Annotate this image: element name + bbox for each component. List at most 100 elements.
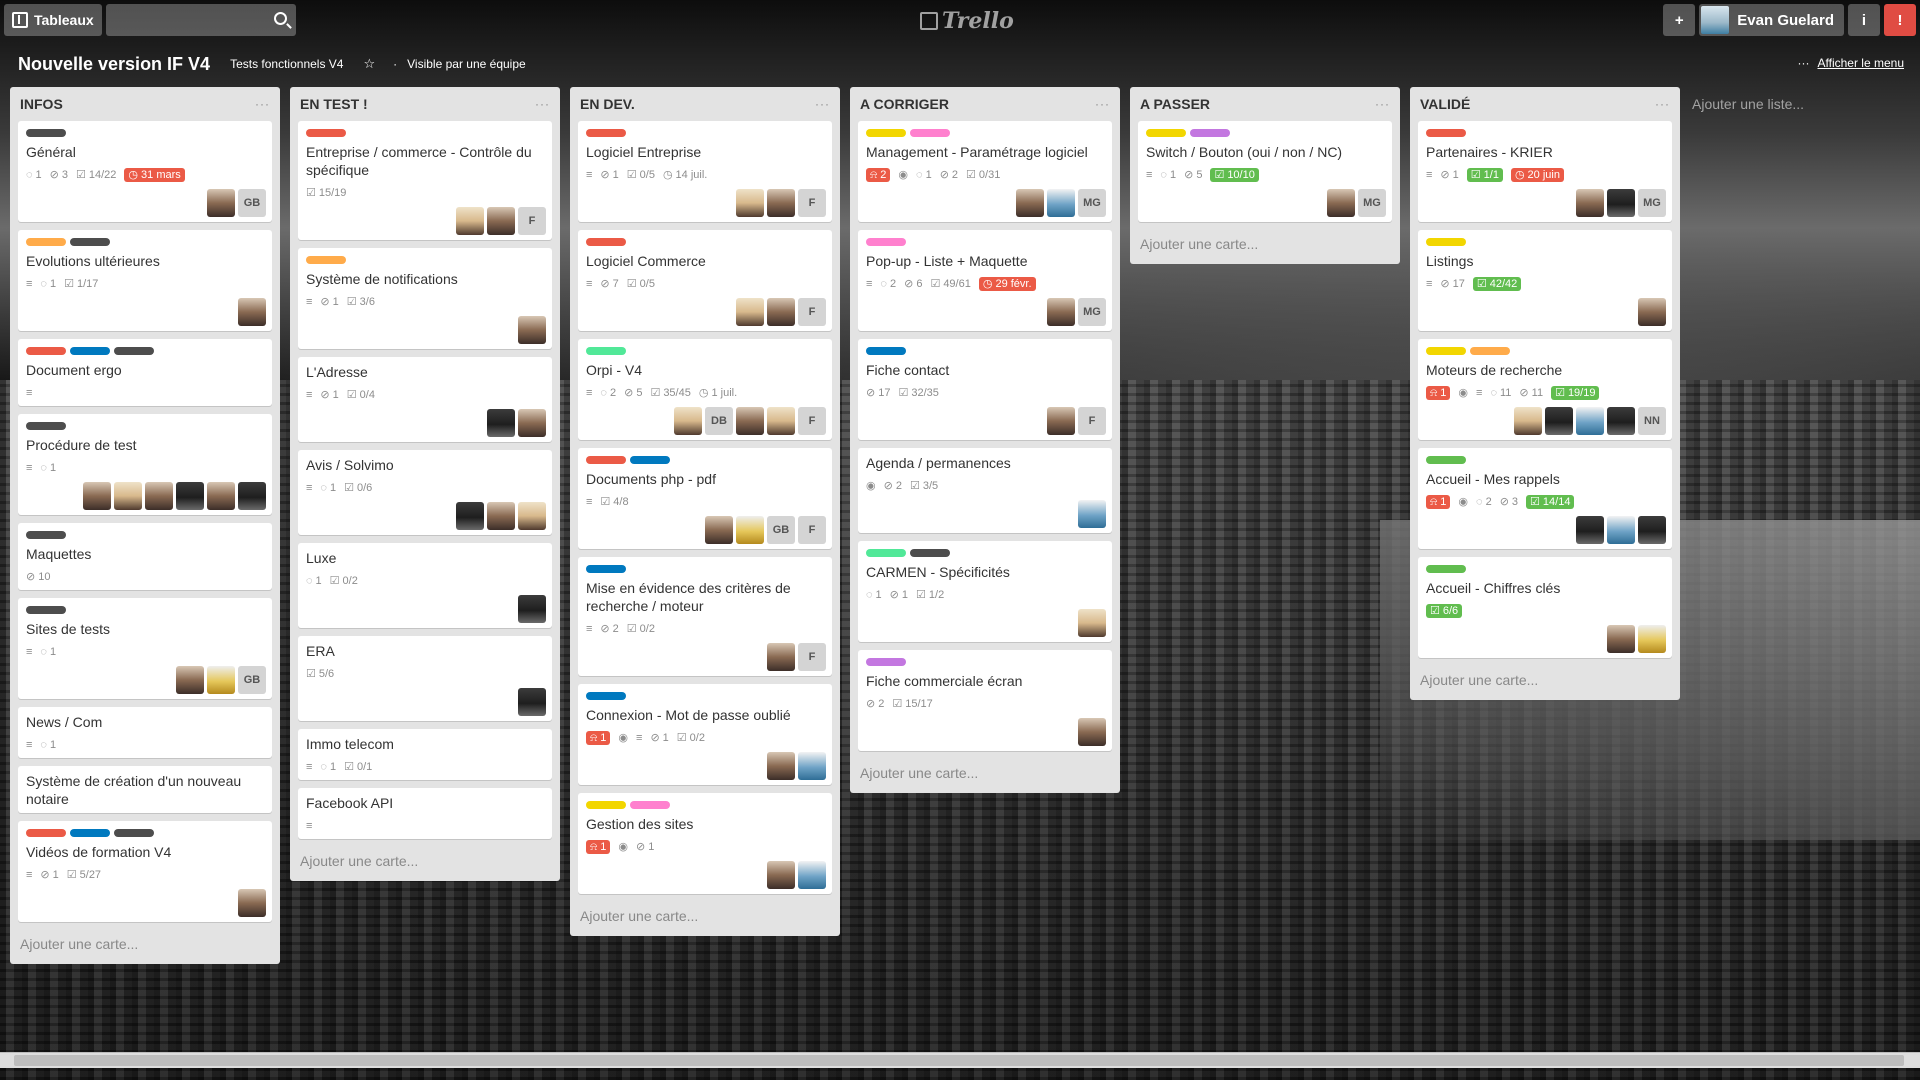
card[interactable]: Connexion - Mot de passe oublié ⍾ 1 ◉ ≡ ⊘ 1 ☑ 0/… [578,684,832,785]
avatar[interactable] [1047,189,1075,217]
card[interactable]: Listings ≡ ⊘ 17 ☑ 42/42 [1418,230,1672,331]
list-menu-icon[interactable]: ··· [1655,97,1670,111]
card[interactable]: Système de notifications ≡ ⊘ 1 ☑ 3/6 [298,248,552,349]
card[interactable]: Evolutions ultérieures ≡ ◌ 1 ☑ 1/17 [18,230,272,331]
card[interactable]: Pop-up - Liste + Maquette ≡ ◌ 2 ⊘ 6 ☑ 49/61 ◷ 29 … [858,230,1112,331]
avatar[interactable] [767,189,795,217]
card[interactable]: Facebook API ≡ [298,788,552,839]
avatar[interactable] [207,189,235,217]
card[interactable]: Management - Paramétrage logiciel ⍾ 2 ◉ ◌ 1 ⊘ 2… [858,121,1112,222]
avatar[interactable] [518,409,546,437]
card[interactable]: Logiciel Commerce ≡ ⊘ 7 ☑ 0/5 F [578,230,832,331]
horizontal-scrollbar[interactable] [0,1052,1920,1068]
avatar[interactable] [207,666,235,694]
avatar[interactable] [487,207,515,235]
card[interactable]: News / Com ≡ ◌ 1 [18,707,272,758]
list-title[interactable]: EN DEV. [580,96,635,112]
member-initials[interactable]: MG [1638,189,1666,217]
board-team[interactable]: Tests fonctionnels V4 [230,57,343,71]
card[interactable]: Agenda / permanences ◉ ⊘ 2 ☑ 3/5 [858,448,1112,533]
avatar[interactable] [83,482,111,510]
list-menu-icon[interactable]: ··· [1375,97,1390,111]
avatar[interactable] [238,298,266,326]
card[interactable]: Accueil - Chiffres clés ☑ 6/6 [1418,557,1672,658]
avatar[interactable] [518,595,546,623]
member-initials[interactable]: F [798,189,826,217]
card[interactable]: Entreprise / commerce - Contrôle du spéc… [298,121,552,240]
avatar[interactable] [238,482,266,510]
add-card-button[interactable]: Ajouter une carte... [298,847,552,875]
avatar[interactable] [736,516,764,544]
list-title[interactable]: INFOS [20,96,63,112]
member-initials[interactable]: F [798,407,826,435]
trello-logo[interactable]: Trello [920,8,1014,34]
scrollbar-thumb[interactable] [14,1055,1904,1066]
card[interactable]: CARMEN - Spécificités ◌ 1 ⊘ 1 ☑ 1/2 [858,541,1112,642]
card[interactable]: Maquettes ⊘ 10 [18,523,272,590]
avatar[interactable] [238,889,266,917]
avatar[interactable] [1638,516,1666,544]
member-initials[interactable]: F [798,643,826,671]
add-card-button[interactable]: Ajouter une carte... [18,930,272,958]
star-icon[interactable]: ☆ [363,56,375,72]
avatar[interactable] [1576,516,1604,544]
notifications-button[interactable]: ! [1884,4,1916,36]
card[interactable]: Immo telecom ≡ ◌ 1 ☑ 0/1 [298,729,552,780]
card[interactable]: Procédure de test ≡ ◌ 1 [18,414,272,515]
avatar[interactable] [767,298,795,326]
card[interactable]: Général ◌ 1 ⊘ 3 ☑ 14/22 ◷ 31 mars GB [18,121,272,222]
card[interactable]: Gestion des sites ⍾ 1 ◉ ⊘ 1 [578,793,832,894]
avatar[interactable] [1638,625,1666,653]
add-card-button[interactable]: Ajouter une carte... [858,759,1112,787]
avatar[interactable] [1607,189,1635,217]
avatar[interactable] [1638,298,1666,326]
card[interactable]: L'Adresse ≡ ⊘ 1 ☑ 0/4 [298,357,552,442]
card[interactable]: Luxe ◌ 1 ☑ 0/2 [298,543,552,628]
avatar[interactable] [767,643,795,671]
card[interactable]: Moteurs de recherche ⍾ 1 ◉ ≡ ◌ 11 ⊘ 11 ☑ 19/19 NN [1418,339,1672,440]
avatar[interactable] [518,502,546,530]
add-card-button[interactable]: Ajouter une carte... [1418,666,1672,694]
member-initials[interactable]: MG [1078,298,1106,326]
avatar[interactable] [798,861,826,889]
avatar[interactable] [798,752,826,780]
avatar[interactable] [176,666,204,694]
add-card-button[interactable]: Ajouter une carte... [578,902,832,930]
card[interactable]: Fiche commerciale écran ⊘ 2 ☑ 15/17 [858,650,1112,751]
card[interactable]: ERA ☑ 5/6 [298,636,552,721]
avatar[interactable] [674,407,702,435]
member-initials[interactable]: GB [238,189,266,217]
list-menu-icon[interactable]: ··· [535,97,550,111]
list-title[interactable]: EN TEST ! [300,96,368,112]
add-button[interactable]: + [1663,4,1696,36]
avatar[interactable] [518,688,546,716]
member-initials[interactable]: GB [238,666,266,694]
avatar[interactable] [518,316,546,344]
avatar[interactable] [145,482,173,510]
board-title[interactable]: Nouvelle version IF V4 [18,54,210,75]
member-initials[interactable]: F [1078,407,1106,435]
avatar[interactable] [1514,407,1542,435]
card[interactable]: Avis / Solvimo ≡ ◌ 1 ☑ 0/6 [298,450,552,535]
list-menu-icon[interactable]: ··· [815,97,830,111]
avatar[interactable] [1078,500,1106,528]
member-initials[interactable]: F [518,207,546,235]
card[interactable]: Documents php - pdf ≡ ☑ 4/8 GB F [578,448,832,549]
card[interactable]: Partenaires - KRIER ≡ ⊘ 1 ☑ 1/1 ◷ 20 juin MG [1418,121,1672,222]
avatar[interactable] [1327,189,1355,217]
avatar[interactable] [736,407,764,435]
card[interactable]: Document ergo ≡ [18,339,272,406]
user-menu-button[interactable]: Evan Guelard [1699,4,1844,36]
info-button[interactable]: i [1848,4,1880,36]
card[interactable]: Logiciel Entreprise ≡ ⊘ 1 ☑ 0/5 ◷ 14 juil. F [578,121,832,222]
board-menu[interactable]: ··· Afficher le menu [1798,56,1905,70]
add-card-button[interactable]: Ajouter une carte... [1138,230,1392,258]
card[interactable]: Switch / Bouton (oui / non / NC) ≡ ◌ 1 ⊘ 5 ☑ 10… [1138,121,1392,222]
card[interactable]: Vidéos de formation V4 ≡ ⊘ 1 ☑ 5/27 [18,821,272,922]
avatar[interactable] [1607,625,1635,653]
avatar[interactable] [207,482,235,510]
card[interactable]: Mise en évidence des critères de recherc… [578,557,832,676]
avatar[interactable] [1545,407,1573,435]
search-icon[interactable] [273,12,287,25]
avatar[interactable] [1047,298,1075,326]
